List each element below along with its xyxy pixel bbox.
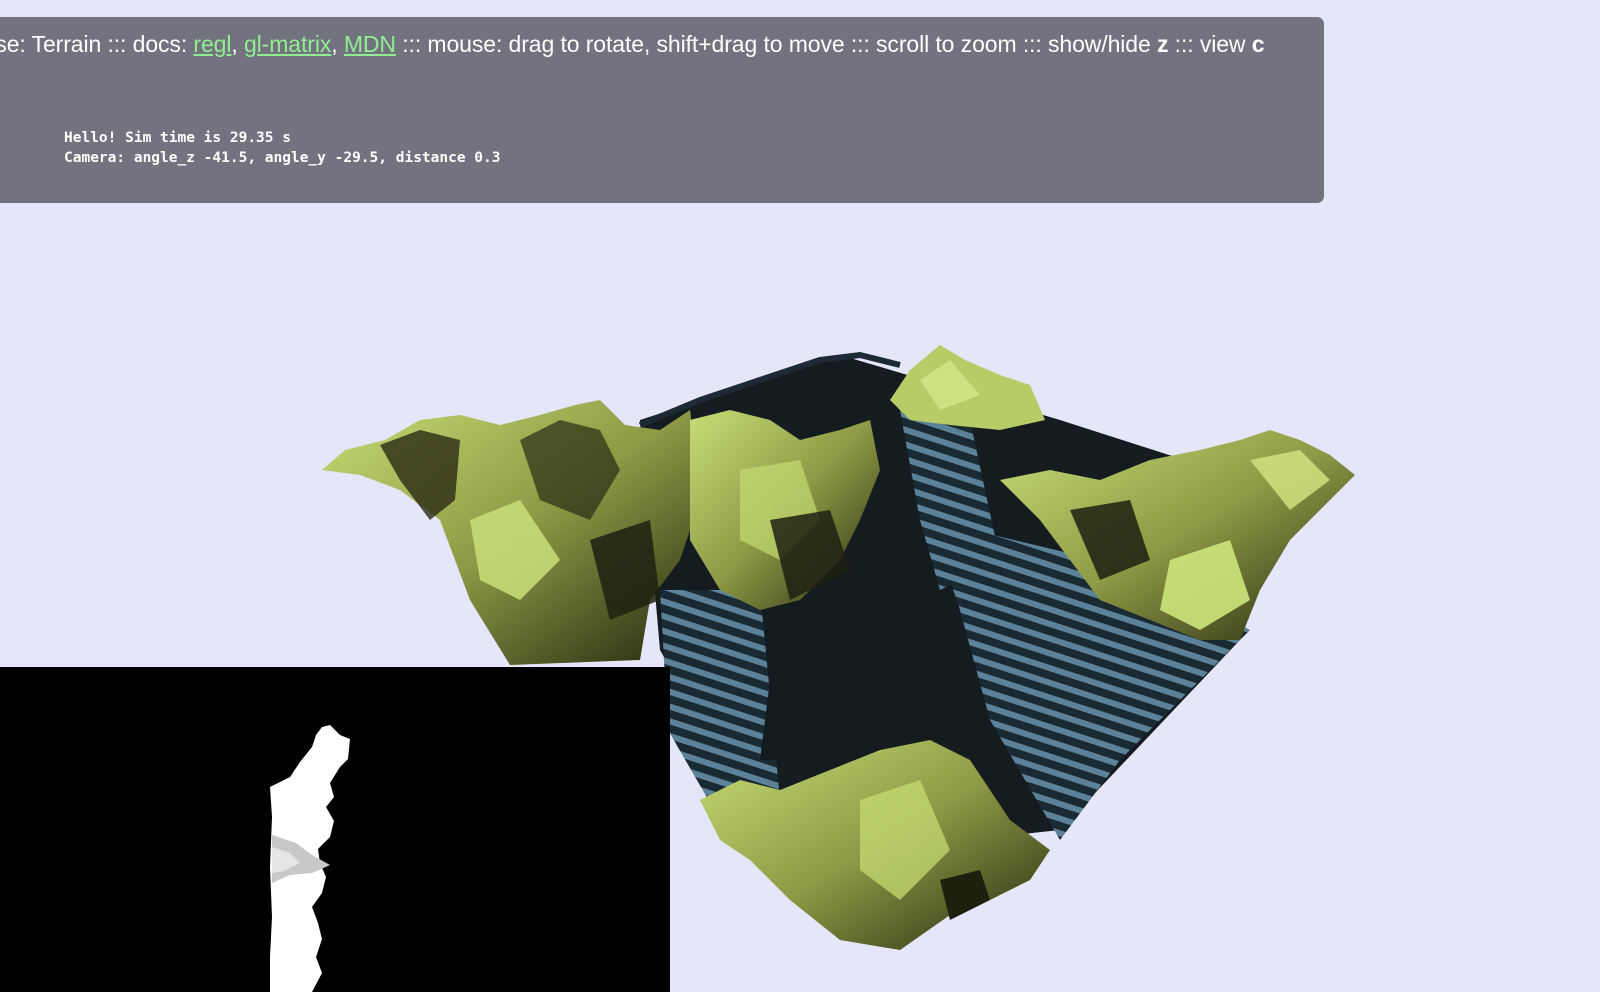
docs-label: docs: <box>132 31 188 57</box>
separator: ::: <box>850 31 870 57</box>
separator: ::: <box>107 31 127 57</box>
sim-time-line: Hello! Sim time is 29.35 s <box>64 130 291 146</box>
camera-line: Camera: angle_z -41.5, angle_y -29.5, di… <box>64 150 501 166</box>
info-line: Exercise: Terrain ::: docs: regl, gl-mat… <box>0 25 1318 63</box>
separator: ::: <box>1022 31 1042 57</box>
exercise-title: Exercise: Terrain <box>0 31 102 57</box>
info-panel: Exercise: Terrain ::: docs: regl, gl-mat… <box>0 17 1324 203</box>
link-mdn[interactable]: MDN <box>344 31 396 57</box>
view-key: c <box>1251 31 1265 57</box>
gl-canvas[interactable]: Exercise: Terrain ::: docs: regl, gl-mat… <box>0 0 1600 992</box>
separator: ::: <box>1174 31 1194 57</box>
link-gl-matrix[interactable]: gl-matrix <box>244 31 331 57</box>
toggle-hint: show/hide <box>1047 31 1151 57</box>
mouse-hint: mouse: drag to rotate, shift+drag to mov… <box>427 31 845 57</box>
separator: ::: <box>402 31 422 57</box>
debug-output: Hello! Sim time is 29.35 s Camera: angle… <box>64 128 501 168</box>
scroll-hint: scroll to zoom <box>876 31 1017 57</box>
shadow-map-preview <box>0 667 670 992</box>
link-regl[interactable]: regl <box>193 31 231 57</box>
shadow-map-image <box>270 725 350 992</box>
view-hint: view <box>1199 31 1246 57</box>
toggle-key: z <box>1156 31 1169 57</box>
